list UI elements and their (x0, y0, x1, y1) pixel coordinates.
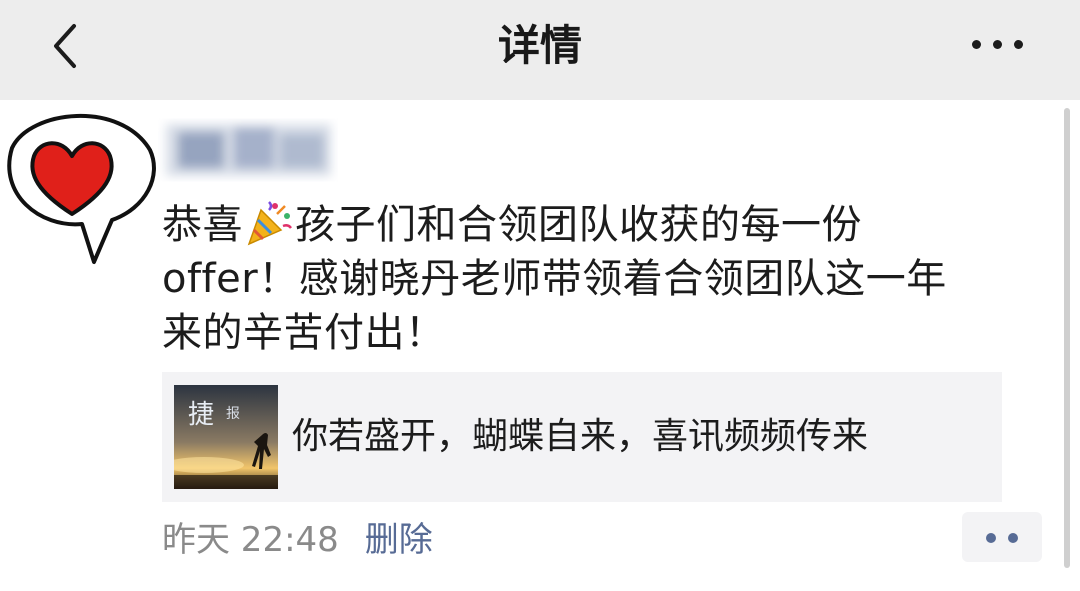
action-dot (986, 533, 996, 543)
shared-article-card[interactable]: 捷 报 你若盛开，蝴蝶自来，喜讯频频传来 (162, 372, 1002, 502)
post-line: 恭喜 孩子们和合领团队收获的每一份 (162, 198, 1042, 252)
post-line: offer！感谢晓丹老师带领着合领团队这一年 (162, 256, 947, 302)
party-popper-icon (245, 198, 293, 246)
post-meta: 昨天 22:48 删除 (162, 515, 433, 565)
article-title: 你若盛开，蝴蝶自来，喜讯频频传来 (292, 416, 869, 457)
delete-link[interactable]: 删除 (365, 520, 433, 560)
post-content: 恭喜 孩子们和合领团队收获的每一份 offer！感谢晓丹老师带领着合领团队这一年… (162, 198, 1042, 360)
username-blurred (158, 110, 338, 194)
more-dot (993, 40, 1002, 49)
post-text-after-emoji: 孩子们和合领团队收获的每一份 (295, 202, 862, 248)
more-dot (972, 40, 981, 49)
scrollbar[interactable] (1064, 108, 1070, 568)
chevron-left-icon (54, 24, 76, 68)
action-dot (1008, 533, 1018, 543)
post-line: 来的辛苦付出！ (162, 310, 446, 356)
top-bar: 详情 (0, 0, 1080, 100)
thumbnail-text: 捷 (188, 400, 214, 430)
page-title: 详情 (497, 21, 582, 70)
heart-speech-bubble-icon (7, 114, 156, 264)
article-thumbnail: 捷 报 (174, 385, 278, 489)
avatar[interactable] (0, 96, 160, 266)
back-button[interactable] (40, 14, 96, 78)
post-text-before-emoji: 恭喜 (162, 202, 243, 248)
post-timestamp: 昨天 22:48 (162, 520, 339, 560)
thumbnail-text: 报 (226, 406, 240, 422)
more-dot (1014, 40, 1023, 49)
more-options-button[interactable] (966, 26, 1030, 62)
comment-like-button[interactable] (962, 512, 1042, 562)
